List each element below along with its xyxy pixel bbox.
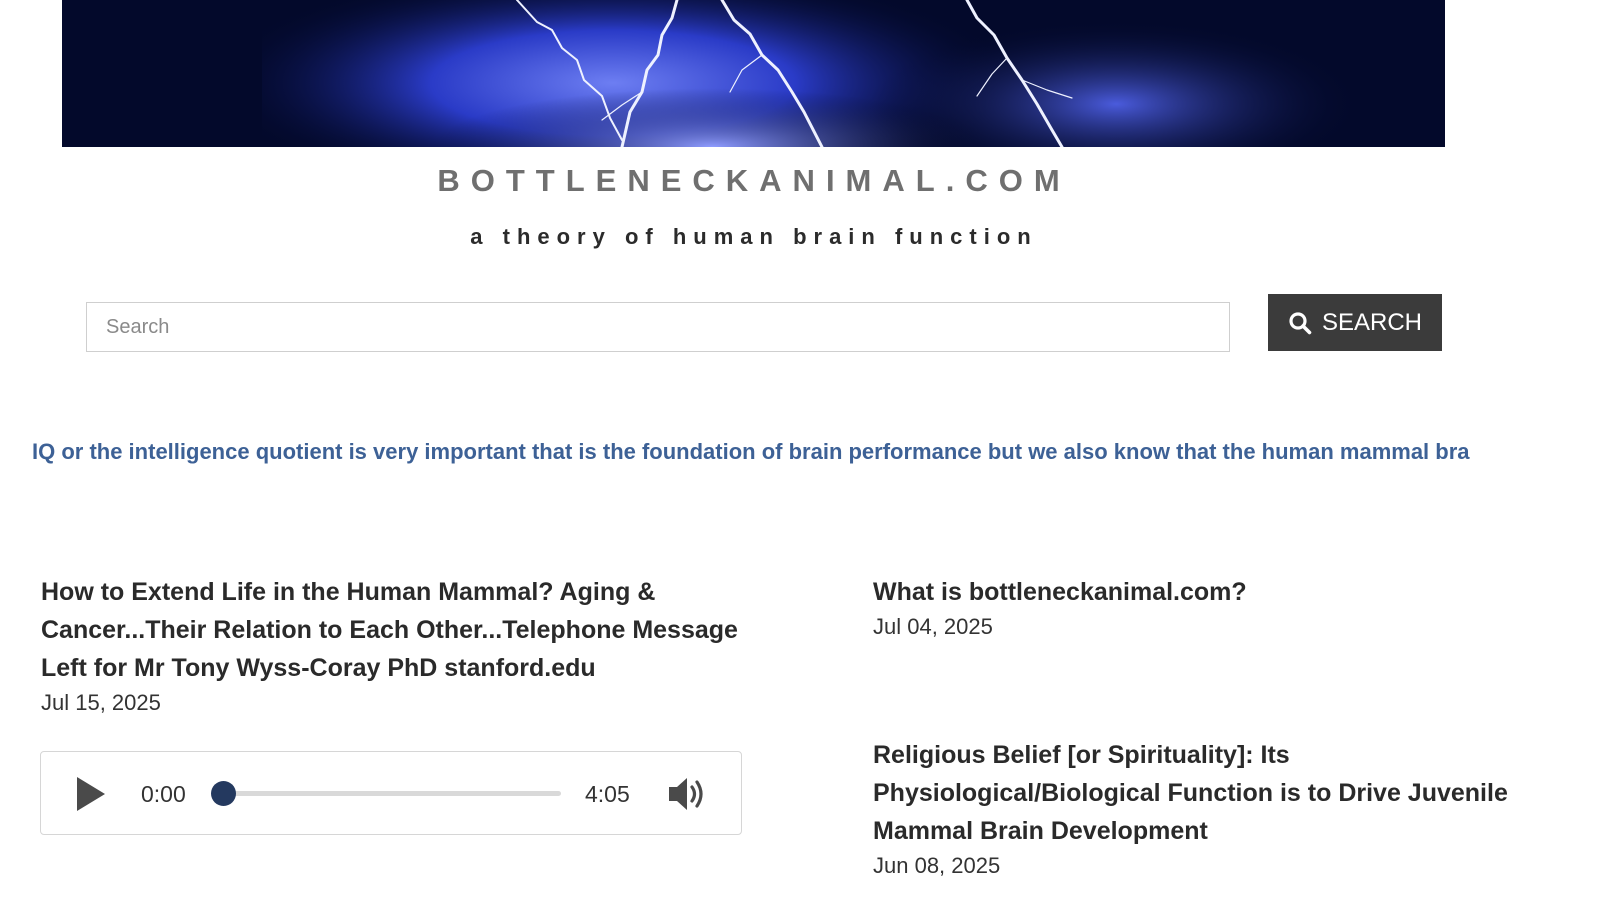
search-button-label: SEARCH — [1321, 308, 1423, 336]
play-icon — [77, 777, 105, 811]
duration-time: 4:05 — [585, 781, 630, 807]
post-item: What is bottleneckanimal.com? Jul 04, 20… — [873, 573, 1573, 643]
ticker-text[interactable]: IQ or the intelligence quotient is very … — [32, 439, 1615, 465]
progress-slider[interactable] — [211, 781, 561, 806]
progress-thumb[interactable] — [211, 781, 236, 806]
post-date: Jul 15, 2025 — [41, 690, 161, 715]
header-banner-image — [62, 0, 1445, 147]
post-title-link[interactable]: What is bottleneckanimal.com? — [873, 573, 1573, 611]
current-time: 0:00 — [141, 781, 186, 807]
post-title-link[interactable]: Religious Belief [or Spirituality]: Its … — [873, 736, 1573, 850]
search-icon — [1288, 311, 1312, 335]
post-date: Jun 08, 2025 — [873, 853, 1001, 878]
audio-player: 0:00 4:05 — [40, 751, 742, 835]
play-button[interactable] — [75, 776, 107, 812]
post-item: Religious Belief [or Spirituality]: Its … — [873, 736, 1573, 882]
search-button[interactable]: SEARCH — [1268, 294, 1442, 351]
site-title[interactable]: BOTTLENECKANIMAL.COM — [0, 163, 1508, 199]
post-date: Jul 04, 2025 — [873, 614, 993, 639]
post-title-link[interactable]: How to Extend Life in the Human Mammal? … — [41, 573, 761, 687]
lightning-illustration — [62, 0, 1445, 147]
site-tagline: a theory of human brain function — [470, 224, 1038, 249]
volume-button[interactable] — [667, 774, 709, 814]
search-input[interactable] — [86, 302, 1230, 352]
volume-icon — [669, 778, 703, 810]
post-item: How to Extend Life in the Human Mammal? … — [41, 573, 761, 719]
